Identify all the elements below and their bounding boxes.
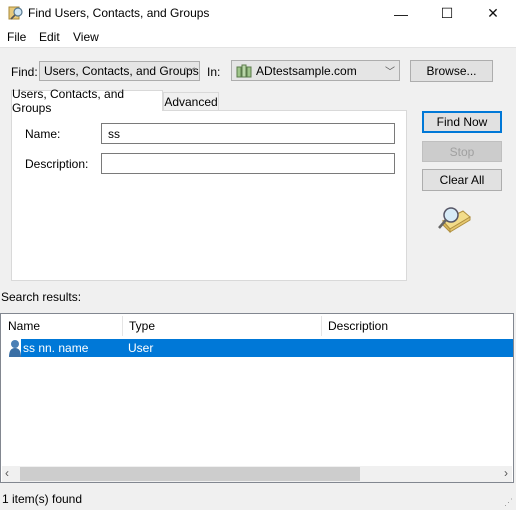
- title-bar: Find Users, Contacts, and Groups — ☐ ✕: [0, 0, 516, 27]
- minimize-icon: —: [394, 5, 408, 22]
- close-button[interactable]: ✕: [470, 0, 516, 27]
- in-label: In:: [207, 65, 221, 79]
- find-label: Find:: [11, 65, 38, 79]
- scroll-right-icon[interactable]: ›: [504, 466, 508, 480]
- row-name: ss nn. name: [23, 341, 89, 355]
- tab-users-contacts-groups[interactable]: Users, Contacts, and Groups: [11, 87, 163, 115]
- minimize-button[interactable]: —: [378, 0, 424, 27]
- clear-all-button[interactable]: Clear All: [422, 169, 502, 191]
- table-row[interactable]: ss nn. name User: [1, 339, 513, 357]
- find-type-dropdown[interactable]: Users, Contacts, and Groups ﹀: [39, 61, 200, 81]
- description-label: Description:: [25, 157, 89, 171]
- find-type-value: Users, Contacts, and Groups: [44, 64, 199, 78]
- results-list[interactable]: Name Type Description ss nn. name User ‹…: [0, 313, 514, 483]
- horizontal-scrollbar[interactable]: ‹ ›: [2, 466, 512, 482]
- browse-button[interactable]: Browse...: [410, 60, 493, 82]
- scroll-left-icon[interactable]: ‹: [5, 466, 9, 480]
- name-label: Name:: [25, 127, 61, 141]
- stop-button[interactable]: Stop: [422, 141, 502, 162]
- chevron-down-icon: ﹀: [385, 67, 395, 78]
- description-input[interactable]: [101, 153, 395, 174]
- chevron-down-icon: ﹀: [185, 68, 195, 79]
- menu-edit[interactable]: Edit: [39, 30, 60, 44]
- maximize-button[interactable]: ☐: [424, 0, 470, 27]
- row-type: User: [128, 341, 154, 355]
- status-text: 1 item(s) found: [2, 492, 83, 506]
- close-icon: ✕: [487, 5, 499, 21]
- column-header-type[interactable]: Type: [123, 316, 322, 336]
- domain-icon: [236, 64, 252, 77]
- menu-view[interactable]: View: [73, 30, 99, 44]
- menu-bar: File Edit View: [0, 27, 516, 48]
- tab-advanced[interactable]: Advanced: [163, 92, 219, 111]
- find-directory-icon: [8, 6, 23, 20]
- search-directory-icon: [438, 207, 471, 233]
- find-now-button[interactable]: Find Now: [422, 111, 502, 133]
- user-icon: [9, 340, 21, 357]
- status-bar: 1 item(s) found ⋰: [0, 486, 516, 510]
- column-header-name[interactable]: Name: [2, 316, 123, 336]
- resize-grip-icon[interactable]: ⋰: [504, 497, 513, 508]
- search-results-label: Search results:: [1, 290, 82, 304]
- menu-file[interactable]: File: [7, 30, 26, 44]
- column-header-description[interactable]: Description: [322, 316, 513, 336]
- selected-row-highlight: [21, 339, 513, 357]
- maximize-icon: ☐: [440, 5, 454, 21]
- window-title: Find Users, Contacts, and Groups: [28, 6, 210, 20]
- in-location-dropdown[interactable]: ADtestsample.com ﹀: [231, 60, 400, 81]
- in-location-value: ADtestsample.com: [256, 63, 357, 78]
- name-input[interactable]: ss: [101, 123, 395, 144]
- scrollbar-thumb[interactable]: [20, 467, 360, 481]
